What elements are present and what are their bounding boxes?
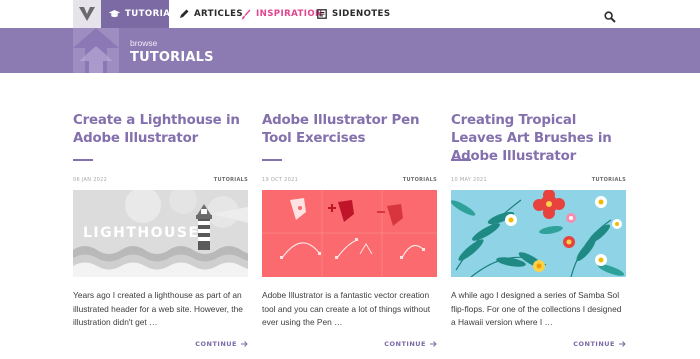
continue-link[interactable]: CONTINUE [262, 340, 437, 348]
card-title[interactable]: Adobe Illustrator Pen Tool Exercises [262, 112, 437, 148]
card-thumbnail[interactable] [262, 190, 437, 277]
paint-brush-icon [240, 9, 251, 20]
arrow-right-icon [241, 341, 248, 347]
arrow-right-icon [430, 341, 437, 347]
card-meta: 06 JAN 2022 TUTORIALS [73, 177, 248, 187]
card-title[interactable]: Creating Tropical Leaves Art Brushes in … [451, 112, 626, 164]
page-title: TUTORIALS [130, 50, 214, 65]
title-divider [262, 159, 282, 161]
nav-sidenotes-label: SIDENOTES [332, 9, 391, 19]
card-title[interactable]: Create a Lighthouse in Adobe Illustrator [73, 112, 248, 148]
thumb-text: LIGHTHOUSE [83, 225, 200, 241]
card-excerpt: Years ago I created a lighthouse as part… [73, 290, 243, 327]
card-excerpt: Adobe Illustrator is a fantastic vector … [262, 290, 431, 327]
continue-label: CONTINUE [384, 340, 426, 348]
graduation-cap-icon [109, 9, 120, 20]
notepad-icon [316, 9, 327, 20]
search-icon [604, 11, 616, 23]
card-category[interactable]: TUTORIALS [592, 177, 626, 187]
card-meta: 19 OCT 2021 TUTORIALS [262, 177, 437, 187]
search-button[interactable] [604, 8, 616, 23]
card-excerpt: A while ago I designed a series of Samba… [451, 290, 622, 327]
card-date: 06 JAN 2022 [73, 177, 108, 183]
card-date: 19 OCT 2021 [262, 177, 299, 183]
card-category[interactable]: TUTORIALS [403, 177, 437, 187]
nav-inspiration-label: INSPIRATION [256, 9, 323, 19]
pen-icon [178, 9, 189, 20]
nav-inspiration[interactable]: INSPIRATION [240, 0, 323, 28]
card-meta: 10 MAY 2021 TUTORIALS [451, 177, 626, 187]
continue-link[interactable]: CONTINUE [451, 340, 626, 348]
title-divider [73, 159, 93, 161]
continue-label: CONTINUE [195, 340, 237, 348]
section-banner: browse TUTORIALS [0, 28, 700, 73]
nav-tutorials[interactable]: TUTORIALS [101, 0, 182, 28]
v-logo-icon [79, 7, 95, 21]
article-card: Creating Tropical Leaves Art Brushes in … [451, 112, 626, 348]
continue-link[interactable]: CONTINUE [73, 340, 248, 348]
continue-label: CONTINUE [573, 340, 615, 348]
card-category[interactable]: TUTORIALS [214, 177, 248, 187]
top-navigation: TUTORIALS ARTICLES INSPIRATION SIDENOTES [0, 0, 700, 28]
nav-articles[interactable]: ARTICLES [178, 0, 243, 28]
card-thumbnail[interactable]: LIGHTHOUSE [73, 190, 248, 277]
browse-label: browse [130, 38, 158, 48]
card-thumbnail[interactable] [451, 190, 626, 277]
article-card: Create a Lighthouse in Adobe Illustrator… [73, 112, 248, 348]
site-logo[interactable] [73, 0, 101, 28]
nav-tutorials-label: TUTORIALS [125, 9, 183, 19]
article-card: Adobe Illustrator Pen Tool Exercises 19 … [262, 112, 437, 348]
card-date: 10 MAY 2021 [451, 177, 487, 183]
nav-articles-label: ARTICLES [194, 9, 243, 19]
banner-arrow-decoration [73, 28, 119, 73]
arrow-right-icon [619, 341, 626, 347]
nav-sidenotes[interactable]: SIDENOTES [316, 0, 390, 28]
